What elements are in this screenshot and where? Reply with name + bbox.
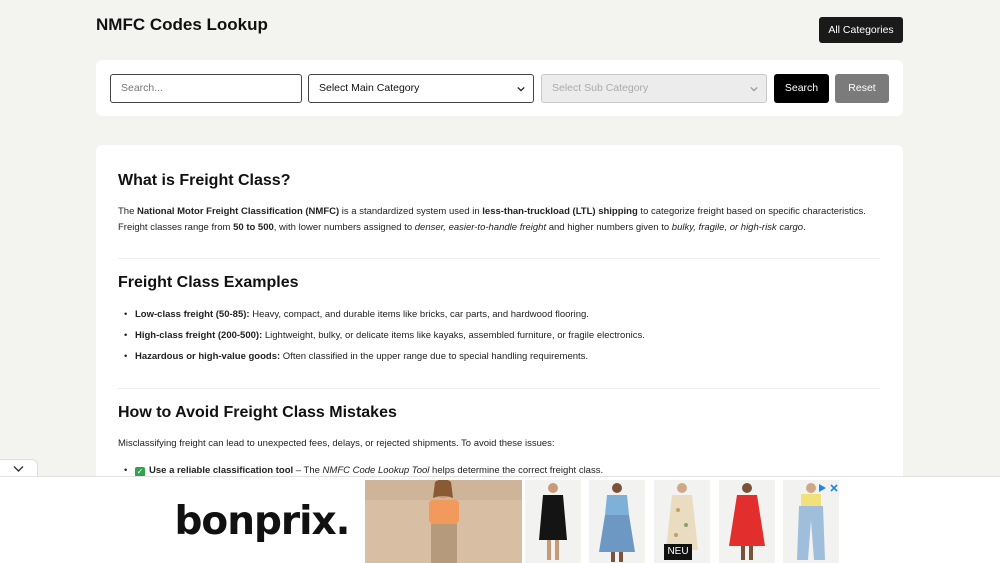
- text: Freight classes range from: [118, 222, 234, 233]
- chevron-down-icon: [517, 86, 525, 92]
- list-item: • Low-class freight (50-85): Heavy, compa…: [124, 309, 589, 320]
- search-panel: Search... Select Main Category Select Su…: [96, 60, 903, 116]
- text: Lightweight, bulky, or delicate items li…: [262, 330, 645, 341]
- text-bold: Hazardous or high-value goods:: [135, 351, 281, 362]
- chevron-down-icon: [750, 86, 758, 92]
- ad-banner[interactable]: bonprix. NEU: [159, 480, 841, 563]
- search-input[interactable]: Search...: [110, 74, 302, 103]
- text: .: [803, 222, 806, 233]
- text: helps determine the correct freight clas…: [429, 465, 604, 476]
- reset-button[interactable]: Reset: [835, 74, 889, 103]
- text-bold: less-than-truckload (LTL) shipping: [482, 206, 638, 217]
- text: Heavy, compact, and durable items like b…: [249, 309, 589, 320]
- text-italic: bulky, fragile, or high-risk cargo: [671, 222, 804, 233]
- brand-logo: bonprix.: [174, 499, 351, 544]
- ad-photo: [589, 480, 645, 563]
- text-bold: Low-class freight (50-85):: [135, 309, 250, 320]
- text-bold: Use a reliable classification tool: [149, 465, 294, 476]
- close-icon[interactable]: [829, 483, 839, 493]
- text: and higher numbers given to: [546, 222, 672, 233]
- text-bold: 50 to 500: [233, 222, 274, 233]
- divider: [118, 388, 880, 389]
- freight-class-paragraph: The National Motor Freight Classificatio…: [118, 204, 888, 236]
- sub-category-value: Select Sub Category: [552, 82, 649, 94]
- all-categories-button[interactable]: All Categories: [819, 17, 903, 43]
- ad-photo: [719, 480, 775, 563]
- text-bold: National Motor Freight Classification (N…: [137, 206, 340, 217]
- text: – The: [293, 465, 323, 476]
- header: NMFC Codes Lookup All Categories: [96, 14, 903, 44]
- text: to categorize freight based on specific …: [637, 206, 866, 217]
- text: is a standardized system used in: [339, 206, 483, 217]
- text: The: [118, 206, 138, 217]
- collapse-ad-button[interactable]: [0, 459, 38, 477]
- ad-bar: bonprix. NEU: [0, 476, 1000, 563]
- main-category-value: Select Main Category: [319, 82, 420, 94]
- list-item: • Hazardous or high-value goods: Often cl…: [124, 351, 589, 362]
- text: Often classified in the upper range due …: [280, 351, 589, 362]
- new-badge: NEU: [664, 544, 692, 560]
- page-title: NMFC Codes Lookup: [96, 15, 268, 34]
- section-heading-mistakes: How to Avoid Freight Class Mistakes: [118, 404, 397, 421]
- ad-photo: [365, 480, 522, 563]
- search-button[interactable]: Search: [774, 74, 829, 103]
- mistakes-intro: Misclassifying freight can lead to unexp…: [118, 438, 555, 449]
- chevron-down-icon: [13, 466, 24, 472]
- section-heading-examples: Freight Class Examples: [118, 274, 299, 291]
- content-card: What is Freight Class? The National Moto…: [96, 145, 903, 485]
- ad-choices[interactable]: [817, 482, 839, 493]
- text-bold: High-class freight (200-500):: [135, 330, 263, 341]
- text-italic: denser, easier-to-handle freight: [414, 222, 547, 233]
- adchoices-icon: [819, 483, 826, 492]
- text-italic: NMFC Code Lookup Tool: [322, 465, 430, 476]
- text: , with lower numbers assigned to: [273, 222, 415, 233]
- sub-category-select[interactable]: Select Sub Category: [541, 74, 767, 103]
- section-heading-freight-class: What is Freight Class?: [118, 172, 291, 189]
- main-category-select[interactable]: Select Main Category: [308, 74, 534, 103]
- ad-photo: [525, 480, 581, 563]
- list-item: • High-class freight (200-500): Lightweig…: [124, 330, 645, 341]
- divider: [118, 258, 880, 259]
